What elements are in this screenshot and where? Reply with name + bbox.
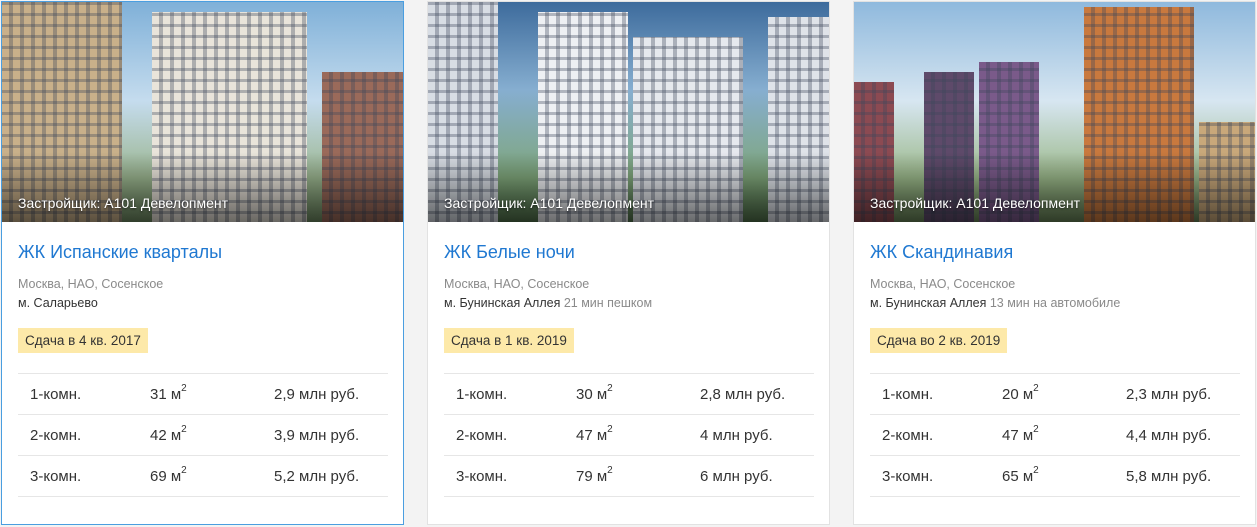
- rooms-cell: 3-комн.: [456, 468, 508, 485]
- rooms-cell: 2-комн.: [30, 427, 82, 444]
- complex-card[interactable]: Застройщик: А101 Девелопмент ЖК Скандина…: [853, 1, 1256, 525]
- area-unit-sup: 2: [181, 383, 187, 394]
- complex-list: Застройщик: А101 Девелопмент ЖК Испански…: [0, 0, 1257, 527]
- apartment-row[interactable]: 3-комн. 69 м2 5,2 млн руб.: [18, 455, 388, 497]
- area-unit-sup: 2: [607, 465, 613, 476]
- developer-label: Застройщик: А101 Девелопмент: [444, 195, 654, 211]
- metro-station: м. Бунинская Аллея: [870, 296, 987, 310]
- developer-label: Застройщик: А101 Девелопмент: [18, 195, 228, 211]
- developer-label: Застройщик: А101 Девелопмент: [870, 195, 1080, 211]
- rooms-cell: 1-комн.: [30, 386, 82, 403]
- complex-photo[interactable]: Застройщик: А101 Девелопмент: [854, 2, 1255, 222]
- price-cell: 2,9 млн руб.: [274, 386, 360, 403]
- complex-card[interactable]: Застройщик: А101 Девелопмент ЖК Белые но…: [427, 1, 830, 525]
- area-unit-sup: 2: [607, 383, 613, 394]
- area-unit-sup: 2: [1033, 465, 1039, 476]
- area-unit-sup: 2: [181, 424, 187, 435]
- metro-info: м. Бунинская Аллея 13 мин на автомобиле: [870, 296, 1120, 310]
- completion-badge: Сдача в 4 кв. 2017: [18, 328, 148, 353]
- photo-gradient: [854, 152, 1255, 222]
- rooms-cell: 1-комн.: [882, 386, 934, 403]
- apartment-row[interactable]: 2-комн. 42 м2 3,9 млн руб.: [18, 414, 388, 455]
- price-cell: 2,8 млн руб.: [700, 386, 786, 403]
- apartment-row[interactable]: 1-комн. 20 м2 2,3 млн руб.: [870, 373, 1240, 414]
- complex-photo[interactable]: Застройщик: А101 Девелопмент: [428, 2, 829, 222]
- area-cell: 20 м2: [1002, 383, 1039, 403]
- apartment-row[interactable]: 2-комн. 47 м2 4 млн руб.: [444, 414, 814, 455]
- price-cell: 3,9 млн руб.: [274, 427, 360, 444]
- completion-badge: Сдача в 1 кв. 2019: [444, 328, 574, 353]
- apartment-table: 1-комн. 20 м2 2,3 млн руб. 2-комн. 47 м2…: [870, 373, 1240, 497]
- area-value: 42 м: [150, 427, 182, 444]
- apartment-row[interactable]: 1-комн. 31 м2 2,9 млн руб.: [18, 373, 388, 414]
- complex-photo[interactable]: Застройщик: А101 Девелопмент: [2, 2, 403, 222]
- complex-title-link[interactable]: ЖК Испанские кварталы: [18, 242, 222, 263]
- apartment-row[interactable]: 3-комн. 79 м2 6 млн руб.: [444, 455, 814, 497]
- photo-gradient: [2, 152, 403, 222]
- address-text: Москва, НАО, Сосенское: [444, 277, 590, 291]
- area-cell: 79 м2: [576, 465, 613, 485]
- area-unit-sup: 2: [1033, 424, 1039, 435]
- complex-card[interactable]: Застройщик: А101 Девелопмент ЖК Испански…: [1, 1, 404, 525]
- price-cell: 2,3 млн руб.: [1126, 386, 1212, 403]
- price-cell: 5,8 млн руб.: [1126, 468, 1212, 485]
- apartment-table: 1-комн. 30 м2 2,8 млн руб. 2-комн. 47 м2…: [444, 373, 814, 497]
- area-value: 65 м: [1002, 468, 1034, 485]
- area-unit-sup: 2: [181, 465, 187, 476]
- metro-station: м. Бунинская Аллея: [444, 296, 561, 310]
- address-text: Москва, НАО, Сосенское: [870, 277, 1016, 291]
- rooms-cell: 2-комн.: [456, 427, 508, 444]
- area-value: 31 м: [150, 386, 182, 403]
- apartment-table: 1-комн. 31 м2 2,9 млн руб. 2-комн. 42 м2…: [18, 373, 388, 497]
- complex-title-link[interactable]: ЖК Белые ночи: [444, 242, 575, 263]
- area-cell: 30 м2: [576, 383, 613, 403]
- rooms-cell: 3-комн.: [882, 468, 934, 485]
- apartment-row[interactable]: 1-комн. 30 м2 2,8 млн руб.: [444, 373, 814, 414]
- apartment-row[interactable]: 3-комн. 65 м2 5,8 млн руб.: [870, 455, 1240, 497]
- area-value: 79 м: [576, 468, 608, 485]
- area-unit-sup: 2: [607, 424, 613, 435]
- area-cell: 42 м2: [150, 424, 187, 444]
- area-value: 69 м: [150, 468, 182, 485]
- area-value: 47 м: [576, 427, 608, 444]
- complex-title-link[interactable]: ЖК Скандинавия: [870, 242, 1013, 263]
- rooms-cell: 1-комн.: [456, 386, 508, 403]
- completion-badge: Сдача во 2 кв. 2019: [870, 328, 1008, 353]
- rooms-cell: 3-комн.: [30, 468, 82, 485]
- area-cell: 65 м2: [1002, 465, 1039, 485]
- area-value: 47 м: [1002, 427, 1034, 444]
- price-cell: 6 млн руб.: [700, 468, 773, 485]
- price-cell: 5,2 млн руб.: [274, 468, 360, 485]
- price-cell: 4 млн руб.: [700, 427, 773, 444]
- area-value: 20 м: [1002, 386, 1034, 403]
- price-cell: 4,4 млн руб.: [1126, 427, 1212, 444]
- metro-info: м. Бунинская Аллея 21 мин пешком: [444, 296, 652, 310]
- area-cell: 47 м2: [576, 424, 613, 444]
- area-cell: 69 м2: [150, 465, 187, 485]
- area-cell: 47 м2: [1002, 424, 1039, 444]
- metro-info: м. Саларьево: [18, 296, 98, 310]
- metro-time: 21 мин пешком: [563, 296, 653, 310]
- metro-station: м. Саларьево: [18, 296, 98, 310]
- area-value: 30 м: [576, 386, 608, 403]
- apartment-row[interactable]: 2-комн. 47 м2 4,4 млн руб.: [870, 414, 1240, 455]
- address-text: Москва, НАО, Сосенское: [18, 277, 164, 291]
- metro-time: 13 мин на автомобиле: [989, 296, 1121, 310]
- rooms-cell: 2-комн.: [882, 427, 934, 444]
- area-unit-sup: 2: [1033, 383, 1039, 394]
- photo-gradient: [428, 152, 829, 222]
- area-cell: 31 м2: [150, 383, 187, 403]
